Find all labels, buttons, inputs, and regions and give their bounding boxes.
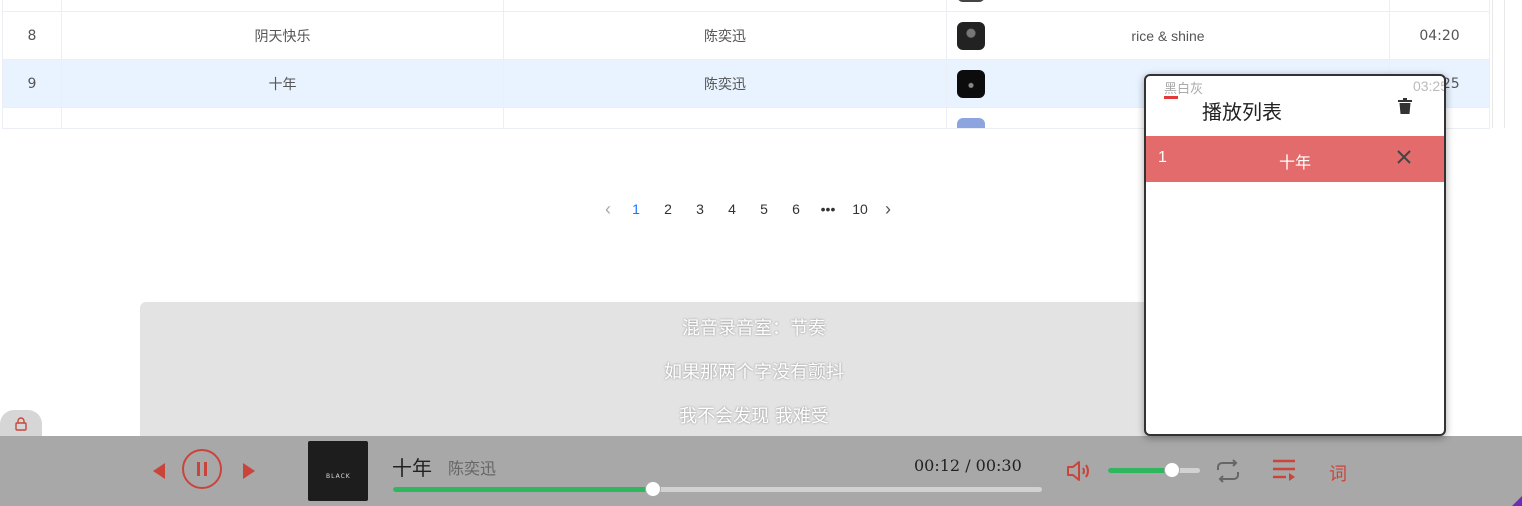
album-cover[interactable]: BLACK bbox=[308, 441, 368, 501]
current-song-artist[interactable]: 陈奕迅 bbox=[448, 455, 496, 479]
playlist-icon[interactable] bbox=[1272, 458, 1298, 484]
page-ellipsis[interactable]: ••• bbox=[812, 201, 844, 217]
playlist-panel: 黑白灰 03:25 播放列表 1 十年 bbox=[1144, 74, 1446, 436]
current-song-title: 十年 bbox=[392, 456, 432, 480]
loop-icon[interactable] bbox=[1214, 458, 1242, 484]
progress-handle[interactable] bbox=[644, 481, 661, 497]
row-index: 8 bbox=[2, 12, 62, 59]
row-artist[interactable]: 陈奕迅 bbox=[504, 60, 947, 107]
page-6[interactable]: 6 bbox=[780, 201, 812, 217]
table-row[interactable]: 8 阴天快乐 陈奕迅 rice & shine 04:20 bbox=[2, 12, 1490, 60]
row-title: 十年 bbox=[62, 60, 504, 107]
close-icon[interactable] bbox=[1396, 149, 1412, 165]
previous-track-icon[interactable] bbox=[152, 462, 166, 480]
volume-slider[interactable] bbox=[1108, 462, 1200, 478]
page-5[interactable]: 5 bbox=[748, 201, 780, 217]
playlist-item[interactable]: 1 十年 bbox=[1146, 136, 1444, 182]
row-index: 9 bbox=[2, 60, 62, 107]
trash-icon[interactable] bbox=[1398, 98, 1412, 114]
progress-bar[interactable] bbox=[393, 481, 1042, 497]
volume-fill bbox=[1108, 468, 1173, 473]
prev-page-icon[interactable]: ‹ bbox=[596, 199, 620, 220]
player-lock-button[interactable] bbox=[0, 410, 42, 438]
row-index bbox=[2, 0, 62, 11]
pagination: ‹ 1 2 3 4 5 6 ••• 10 › bbox=[596, 196, 900, 222]
lock-icon bbox=[15, 417, 27, 431]
volume-handle[interactable] bbox=[1164, 462, 1181, 478]
next-page-icon[interactable]: › bbox=[876, 199, 900, 220]
page-2[interactable]: 2 bbox=[652, 201, 684, 217]
row-artist bbox=[504, 0, 947, 11]
row-index bbox=[2, 108, 62, 128]
panel-accent-bar bbox=[1164, 96, 1178, 99]
album-thumbnail bbox=[957, 0, 985, 2]
pause-button[interactable] bbox=[182, 449, 222, 489]
row-title bbox=[62, 0, 504, 11]
next-track-icon[interactable] bbox=[242, 462, 256, 480]
page-4[interactable]: 4 bbox=[716, 201, 748, 217]
underlying-duration-text: 03:25 bbox=[1412, 78, 1446, 94]
lyrics-toggle-button[interactable]: 词 bbox=[1329, 460, 1347, 486]
table-row[interactable] bbox=[2, 0, 1490, 12]
row-artist[interactable]: 陈奕迅 bbox=[504, 12, 947, 59]
row-title bbox=[62, 108, 504, 128]
row-album bbox=[947, 0, 1390, 11]
row-duration: 04:20 bbox=[1390, 12, 1490, 59]
progress-fill bbox=[393, 487, 653, 492]
underlying-album-text: 黑白灰 bbox=[1164, 82, 1204, 97]
playlist-title: 播放列表 bbox=[1202, 100, 1282, 124]
row-album-cell: rice & shine bbox=[947, 12, 1390, 59]
page-10[interactable]: 10 bbox=[844, 201, 876, 217]
table-scrollbar[interactable] bbox=[1492, 0, 1505, 128]
playback-time: 00:12 / 00:30 bbox=[914, 456, 1022, 475]
page-1[interactable]: 1 bbox=[620, 201, 652, 217]
player-bar: BLACK 十年 陈奕迅 00:12 / 00:30 词 bbox=[0, 436, 1522, 506]
cover-text: BLACK bbox=[326, 473, 351, 480]
row-album[interactable]: rice & shine bbox=[947, 28, 1389, 44]
page-3[interactable]: 3 bbox=[684, 201, 716, 217]
row-title: 阴天快乐 bbox=[62, 12, 504, 59]
volume-icon[interactable] bbox=[1066, 460, 1094, 482]
row-duration bbox=[1390, 0, 1490, 11]
album-thumbnail bbox=[957, 118, 985, 128]
row-artist bbox=[504, 108, 947, 128]
